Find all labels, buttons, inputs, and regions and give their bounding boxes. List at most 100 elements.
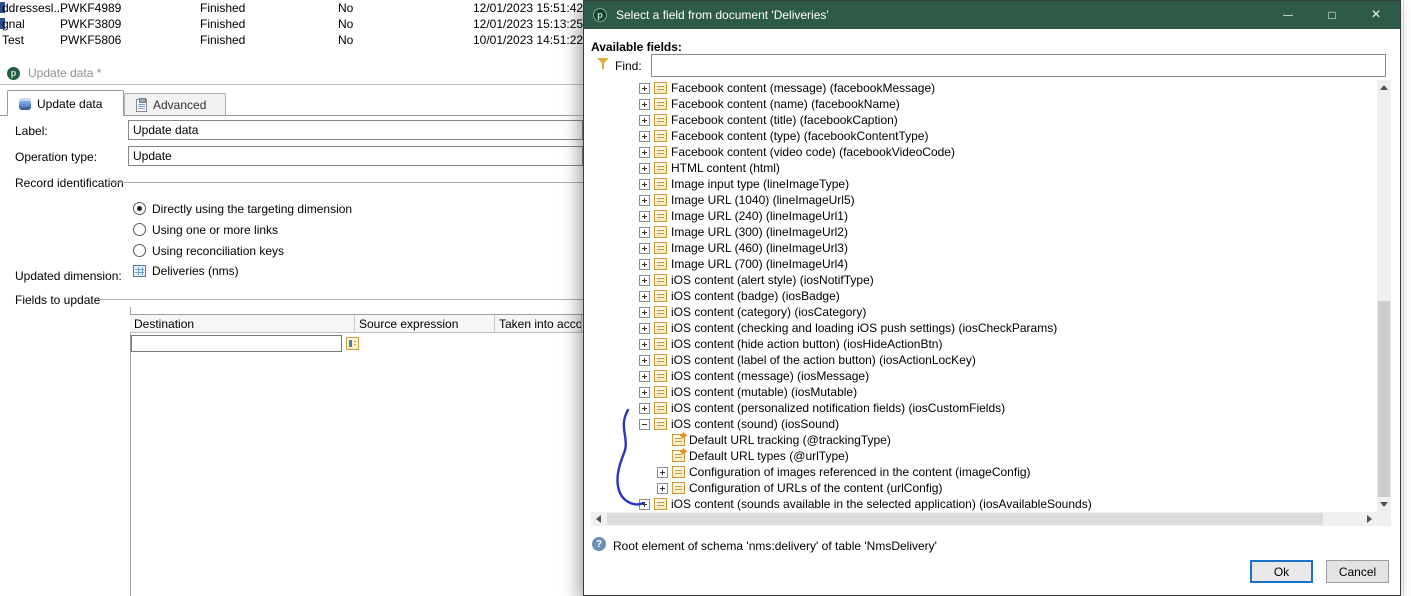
group-separator: [108, 182, 583, 183]
tree-item[interactable]: Image URL (300) (lineImageUrl2): [591, 224, 1377, 240]
tree-item[interactable]: iOS content (alert style) (iosNotifType): [591, 272, 1377, 288]
horizontal-scrollbar[interactable]: [591, 512, 1377, 526]
tree-item[interactable]: Image input type (lineImageType): [591, 176, 1377, 192]
tree-item[interactable]: iOS content (personalized notification f…: [591, 400, 1377, 416]
tree-item[interactable]: iOS content (mutable) (iosMutable): [591, 384, 1377, 400]
expand-icon[interactable]: [639, 195, 650, 206]
expand-icon[interactable]: [639, 131, 650, 142]
expand-icon[interactable]: [639, 83, 650, 94]
collapse-icon[interactable]: [639, 419, 650, 430]
element-icon: [654, 210, 667, 222]
tree-item[interactable]: iOS content (hide action button) (iosHid…: [591, 336, 1377, 352]
scroll-right-icon[interactable]: [1362, 512, 1377, 526]
radio-icon[interactable]: [133, 223, 146, 236]
tree-item[interactable]: Default URL tracking (@trackingType): [591, 432, 1377, 448]
expand-icon[interactable]: [639, 291, 650, 302]
maximize-icon[interactable]: [1310, 1, 1354, 29]
close-icon[interactable]: [1354, 1, 1398, 29]
table-row[interactable]: ddressesl...PWKF4989FinishedNo12/01/2023…: [0, 0, 583, 16]
destination-cell-input[interactable]: [131, 335, 342, 352]
updated-dimension-field[interactable]: Deliveries (nms): [133, 264, 239, 278]
ok-button[interactable]: Ok: [1250, 560, 1313, 583]
field-tree: Facebook content (message) (facebookMess…: [591, 80, 1377, 512]
expand-icon[interactable]: [639, 355, 650, 366]
expand-icon[interactable]: [639, 227, 650, 238]
tab-advanced[interactable]: Advanced: [124, 93, 226, 116]
tree-item[interactable]: Facebook content (type) (facebookContent…: [591, 128, 1377, 144]
label-input[interactable]: [128, 120, 583, 140]
tree-item[interactable]: HTML content (html): [591, 160, 1377, 176]
tree-item[interactable]: Facebook content (message) (facebookMess…: [591, 80, 1377, 96]
expand-icon[interactable]: [639, 179, 650, 190]
expand-icon[interactable]: [657, 467, 668, 478]
table-cell: No: [338, 17, 353, 31]
tree-item[interactable]: Facebook content (title) (facebookCaptio…: [591, 112, 1377, 128]
table-cell: No: [338, 33, 353, 47]
expand-icon[interactable]: [639, 211, 650, 222]
expand-icon[interactable]: [639, 387, 650, 398]
radio-option[interactable]: Using reconciliation keys: [133, 240, 352, 261]
tree-item[interactable]: iOS content (label of the action button)…: [591, 352, 1377, 368]
expand-icon[interactable]: [639, 275, 650, 286]
column-header[interactable]: Taken into accou: [495, 315, 582, 332]
scroll-up-icon[interactable]: [1377, 80, 1391, 95]
expand-icon[interactable]: [639, 403, 650, 414]
operation-type-input[interactable]: [128, 146, 583, 166]
tree-item-label: Image URL (240) (lineImageUrl1): [671, 209, 848, 223]
tree-item[interactable]: Configuration of images referenced in th…: [591, 464, 1377, 480]
table-row[interactable]: TestPWKF5806FinishedNo10/01/2023 14:51:2…: [0, 32, 583, 48]
expand-icon[interactable]: [639, 115, 650, 126]
tree-item[interactable]: Image URL (700) (lineImageUrl4): [591, 256, 1377, 272]
radio-option[interactable]: Directly using the targeting dimension: [133, 198, 352, 219]
vertical-scroll-thumb[interactable]: [1378, 301, 1390, 497]
column-header[interactable]: Source expression: [355, 315, 495, 332]
tree-item-label: iOS content (sounds available in the sel…: [671, 497, 1092, 511]
tree-item[interactable]: Facebook content (video code) (facebookV…: [591, 144, 1377, 160]
expand-icon[interactable]: [639, 323, 650, 334]
tree-item[interactable]: Image URL (1040) (lineImageUrl5): [591, 192, 1377, 208]
update-data-activity-icon: [7, 67, 20, 80]
expand-icon[interactable]: [639, 499, 650, 510]
horizontal-scroll-thumb[interactable]: [607, 513, 1323, 525]
tree-item[interactable]: Image URL (240) (lineImageUrl1): [591, 208, 1377, 224]
expand-icon[interactable]: [639, 259, 650, 270]
expand-icon[interactable]: [639, 339, 650, 350]
element-icon: [654, 498, 667, 510]
radio-option[interactable]: Using one or more links: [133, 219, 352, 240]
vertical-scrollbar[interactable]: [1377, 80, 1391, 512]
expand-icon[interactable]: [639, 99, 650, 110]
expand-icon[interactable]: [639, 163, 650, 174]
tree-item[interactable]: iOS content (sound) (iosSound): [591, 416, 1377, 432]
scroll-down-icon[interactable]: [1377, 497, 1391, 512]
group-separator: [97, 299, 583, 300]
table-cell: PWKF4989: [60, 1, 121, 15]
scroll-left-icon[interactable]: [591, 512, 606, 526]
table-cell: gnal: [2, 17, 25, 31]
expand-icon[interactable]: [657, 483, 668, 494]
tab-update-data[interactable]: Update data: [7, 90, 124, 116]
field-picker-icon[interactable]: [346, 337, 359, 350]
tree-item[interactable]: iOS content (badge) (iosBadge): [591, 288, 1377, 304]
dialog-titlebar[interactable]: Select a field from document 'Deliveries…: [584, 1, 1400, 29]
find-input[interactable]: [651, 54, 1386, 77]
tree-item[interactable]: iOS content (checking and loading iOS pu…: [591, 320, 1377, 336]
tree-item[interactable]: Configuration of URLs of the content (ur…: [591, 480, 1377, 496]
column-header[interactable]: Destination: [130, 315, 355, 332]
table-row[interactable]: gnalPWKF3809FinishedNo12/01/2023 15:13:2…: [0, 16, 583, 32]
tree-item[interactable]: Default URL types (@urlType): [591, 448, 1377, 464]
tree-item[interactable]: Image URL (460) (lineImageUrl3): [591, 240, 1377, 256]
tree-item[interactable]: iOS content (sounds available in the sel…: [591, 496, 1377, 512]
tree-item[interactable]: iOS content (category) (iosCategory): [591, 304, 1377, 320]
minimize-icon[interactable]: [1266, 1, 1310, 29]
expand-icon[interactable]: [639, 307, 650, 318]
radio-icon[interactable]: [133, 244, 146, 257]
expand-icon[interactable]: [639, 147, 650, 158]
campaign-logo-icon: [593, 8, 607, 22]
tree-item[interactable]: Facebook content (name) (facebookName): [591, 96, 1377, 112]
cancel-button[interactable]: Cancel: [1326, 560, 1389, 583]
radio-selected-icon[interactable]: [133, 202, 146, 215]
expand-icon[interactable]: [639, 371, 650, 382]
expand-icon[interactable]: [639, 243, 650, 254]
tree-item-label: HTML content (html): [671, 161, 780, 175]
tree-item[interactable]: iOS content (message) (iosMessage): [591, 368, 1377, 384]
